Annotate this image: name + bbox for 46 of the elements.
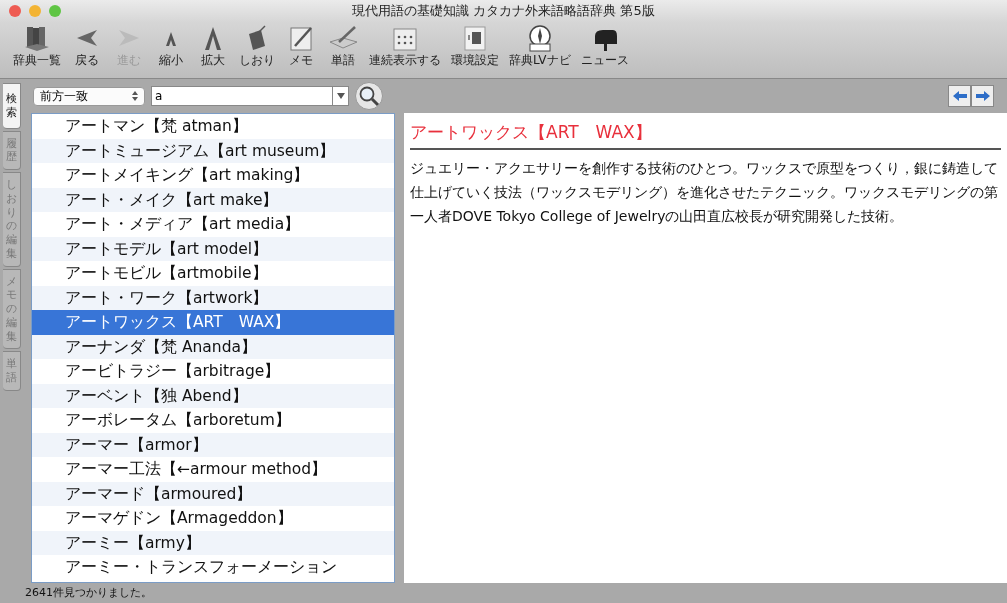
result-list-item[interactable]: アーマー【armor】 — [32, 432, 394, 457]
toolbar-button[interactable]: 連続表示する — [366, 22, 444, 71]
result-list-item[interactable]: アート・メディア【art media】 — [32, 212, 394, 237]
toolbar-button[interactable]: 戻る — [68, 22, 106, 71]
result-list-item[interactable]: アーマー工法【←armour method】 — [32, 457, 394, 482]
toolbar-button[interactable]: 辞典LVナビ — [506, 22, 574, 71]
result-list-item[interactable]: アート・ワーク【artwork】 — [32, 285, 394, 310]
entry-heading: アートワックス【ART WAX】 — [410, 121, 1001, 150]
result-list-item[interactable]: アートワックス【ART WAX】 — [32, 310, 394, 335]
close-button[interactable] — [9, 5, 21, 17]
toolbar-button[interactable]: 縮小 — [152, 22, 190, 71]
result-list-item[interactable]: アートマン【梵 atman】 — [32, 114, 394, 139]
result-list-item[interactable]: アートメイキング【art making】 — [32, 163, 394, 188]
left-arrow-icon — [952, 91, 967, 101]
window-title: 現代用語の基礎知識 カタカナ外来語略語辞典 第5版 — [351, 2, 656, 20]
result-list-item[interactable]: アーボレータム【arboretum】 — [32, 408, 394, 433]
result-list-item[interactable]: アービトラジー【arbitrage】 — [32, 359, 394, 384]
toolbar-button[interactable]: 拡大 — [194, 22, 232, 71]
result-list-item[interactable]: アーマード【armoured】 — [32, 481, 394, 506]
result-list-item[interactable]: アーミー・トランスフォーメーション — [32, 555, 394, 580]
search-field[interactable]: a — [151, 86, 332, 106]
toolbar-button[interactable]: 環境設定 — [448, 22, 502, 71]
toolbar-button[interactable]: 単語 — [324, 22, 362, 71]
toolbar-button[interactable]: しおり — [236, 22, 278, 71]
result-list-item[interactable]: アートミュージアム【art museum】 — [32, 138, 394, 163]
toolbar-button[interactable]: 辞典一覧 — [10, 22, 64, 71]
result-list-item[interactable]: アート・メイク【art make】 — [32, 187, 394, 212]
result-list-item[interactable]: アーベント【独 Abend】 — [32, 383, 394, 408]
side-tab[interactable]: 検索 — [3, 83, 21, 129]
stepper-arrows-icon — [132, 91, 138, 101]
result-list-item[interactable]: アーナンダ【梵 Ananda】 — [32, 334, 394, 359]
entry-text: ジュエリー・アクエサリーを創作する技術のひとつ。ワックスで原型をつくり，銀に鋳造して仕上げていく技法（ワックスモデリング）を進化させたテクニック。ワックスモデリングの第一人者DOVE Tokyo College of Jewelryの山田直広校長が研究開発した技術。 — [410, 159, 999, 226]
dropdown-arrow-icon — [336, 93, 345, 99]
dropdown-button[interactable] — [332, 86, 349, 106]
result-list-item[interactable]: アートモビル【artmobile】 — [32, 261, 394, 286]
previous-button[interactable] — [948, 85, 971, 107]
right-arrow-icon — [975, 91, 990, 101]
match-mode-dropdown[interactable]: 前方一致 — [33, 86, 145, 106]
search-button[interactable] — [355, 82, 383, 110]
next-button[interactable] — [971, 85, 994, 107]
result-list-item[interactable]: アーマゲドン【Armageddon】 — [32, 506, 394, 531]
result-list-item[interactable]: アーミー【army】 — [32, 530, 394, 555]
search-icon — [358, 85, 380, 107]
toolbar-button[interactable]: メモ — [282, 22, 320, 71]
toolbar-button[interactable]: ニュース — [577, 22, 632, 71]
result-list-item[interactable]: アートモデル【art model】 — [32, 236, 394, 261]
